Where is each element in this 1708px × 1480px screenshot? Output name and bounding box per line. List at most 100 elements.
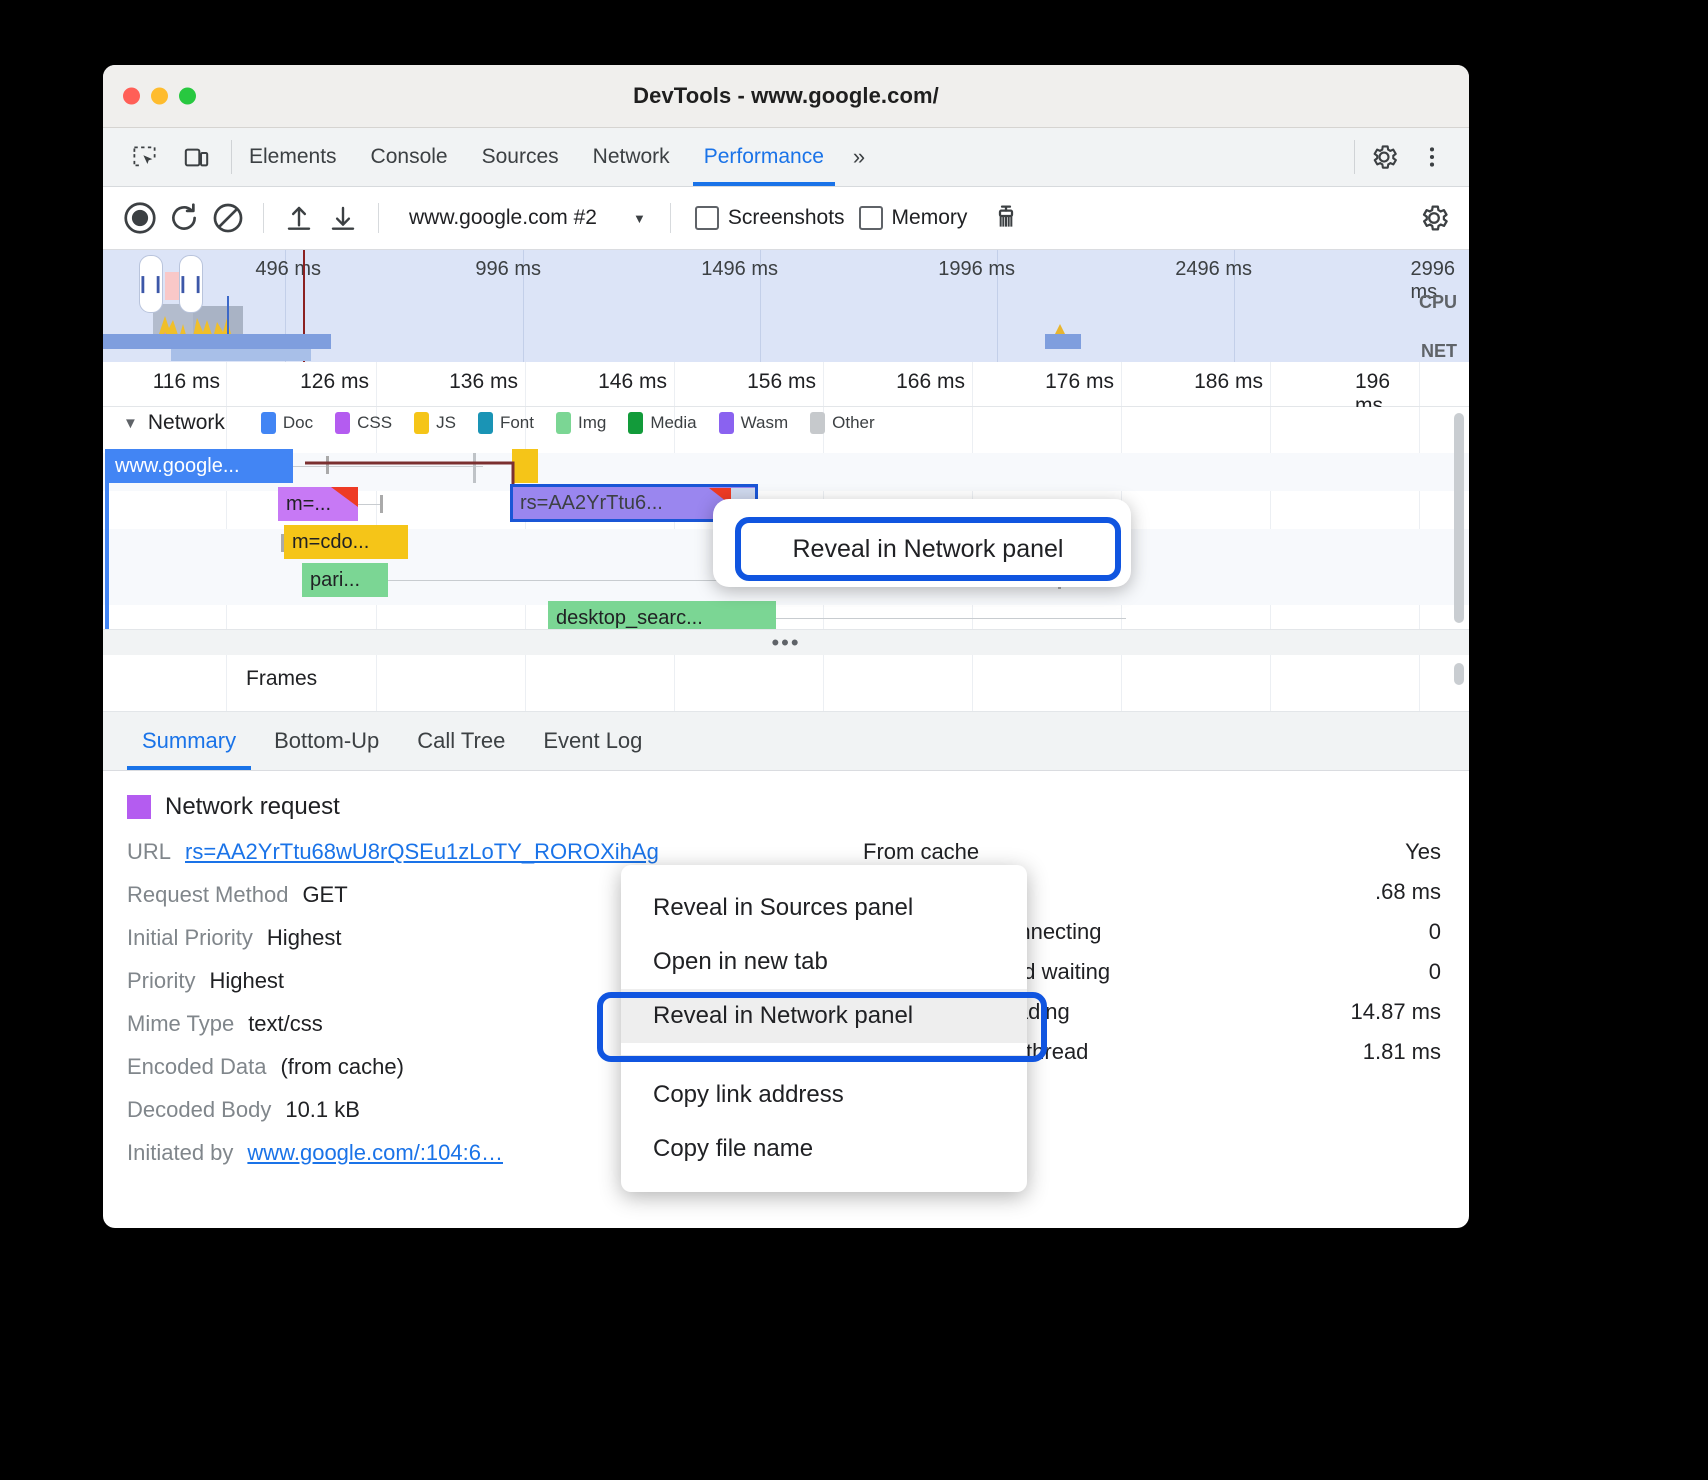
frames-scrollbar[interactable] bbox=[1454, 663, 1464, 685]
tab-performance[interactable]: Performance bbox=[687, 128, 841, 186]
menu-item-label: Reveal in Sources panel bbox=[653, 894, 913, 922]
tab-label: Call Tree bbox=[417, 728, 505, 754]
network-request-bar[interactable]: m=cdo... bbox=[284, 525, 408, 559]
url-link[interactable]: rs=AA2YrTtu68wU8rQSEu1zLoTY_ROROXihAg bbox=[185, 839, 659, 865]
close-window-button[interactable] bbox=[123, 88, 140, 105]
overview-tick-label: 1996 ms bbox=[938, 258, 1015, 281]
more-tabs-chevron-icon[interactable]: » bbox=[841, 128, 877, 186]
network-track-header[interactable]: ▼ Network Doc CSS JS Font Img Media Wasm… bbox=[103, 411, 875, 435]
detail-value: Highest bbox=[267, 925, 342, 951]
overview-selection-marker bbox=[165, 272, 179, 300]
detail-value: Yes bbox=[1405, 839, 1441, 865]
chevron-down-icon: ▼ bbox=[633, 211, 646, 226]
tab-label: Summary bbox=[142, 728, 236, 754]
recording-selector-value: www.google.com #2 bbox=[409, 206, 597, 230]
network-request-bar[interactable]: www.google... bbox=[107, 449, 293, 483]
more-vertical-icon[interactable] bbox=[1413, 138, 1451, 176]
frames-track[interactable]: Frames bbox=[103, 655, 1469, 712]
legend-item-other: Other bbox=[810, 412, 875, 434]
clear-icon[interactable] bbox=[209, 199, 247, 237]
frames-track-title: Frames bbox=[246, 667, 317, 691]
ruler-tick-label: 156 ms bbox=[747, 370, 816, 394]
menu-item-reveal-in-network-panel[interactable]: Reveal in Network panel bbox=[621, 989, 1027, 1043]
memory-checkbox[interactable]: Memory bbox=[859, 206, 968, 230]
detail-value: 10.1 kB bbox=[285, 1097, 360, 1123]
overview-net-bar bbox=[1045, 334, 1081, 349]
overview-tick-label: 2496 ms bbox=[1175, 258, 1252, 281]
legend-item-css: CSS bbox=[335, 412, 392, 434]
ruler-tick-label: 176 ms bbox=[1045, 370, 1114, 394]
tab-sources[interactable]: Sources bbox=[465, 128, 576, 186]
overview-net-label: NET bbox=[1421, 341, 1457, 362]
reload-and-record-icon[interactable] bbox=[165, 199, 203, 237]
overview-tick-label: 496 ms bbox=[255, 258, 321, 281]
window-titlebar: DevTools - www.google.com/ bbox=[103, 65, 1469, 128]
tab-network[interactable]: Network bbox=[576, 128, 687, 186]
detail-row-url: URL rs=AA2YrTtu68wU8rQSEu1zLoTY_ROROXihA… bbox=[127, 839, 863, 865]
tab-label: Elements bbox=[249, 145, 337, 169]
device-toolbar-icon[interactable] bbox=[177, 138, 215, 176]
initiator-link[interactable]: www.google.com/:104:6… bbox=[247, 1140, 503, 1166]
network-request-label: m=cdo... bbox=[292, 531, 369, 554]
request-tick bbox=[473, 453, 476, 483]
tab-elements[interactable]: Elements bbox=[232, 128, 354, 186]
tab-call-tree[interactable]: Call Tree bbox=[398, 712, 524, 770]
window-title: DevTools - www.google.com/ bbox=[103, 83, 1469, 109]
maximize-window-button[interactable] bbox=[179, 88, 196, 105]
minimize-window-button[interactable] bbox=[151, 88, 168, 105]
menu-item-open-in-new-tab[interactable]: Open in new tab bbox=[621, 935, 1027, 989]
menu-item-copy-file-name[interactable]: Copy file name bbox=[621, 1122, 1027, 1176]
legend-item-wasm: Wasm bbox=[719, 412, 789, 434]
timeline-overview[interactable]: 496 ms 996 ms 1496 ms 1996 ms 2496 ms 29… bbox=[103, 250, 1469, 362]
network-request-bar[interactable]: desktop_searc... bbox=[548, 601, 776, 629]
tab-event-log[interactable]: Event Log bbox=[524, 712, 661, 770]
recording-selector[interactable]: www.google.com #2 ▼ bbox=[395, 206, 654, 230]
menu-item-label: Reveal in Network panel bbox=[653, 1002, 913, 1030]
screenshots-checkbox[interactable]: Screenshots bbox=[695, 206, 845, 230]
network-request-bar[interactable]: pari... bbox=[302, 563, 388, 597]
detail-key: URL bbox=[127, 839, 171, 865]
upload-profile-icon[interactable] bbox=[280, 199, 318, 237]
ruler-tick-label: 146 ms bbox=[598, 370, 667, 394]
record-icon[interactable] bbox=[121, 199, 159, 237]
detail-value: 0 bbox=[1429, 959, 1441, 985]
collect-garbage-icon[interactable] bbox=[987, 199, 1025, 237]
detail-key: Encoded Data bbox=[127, 1054, 266, 1080]
download-profile-icon[interactable] bbox=[324, 199, 362, 237]
legend-label: Wasm bbox=[741, 413, 789, 433]
network-request-bar-js[interactable] bbox=[512, 449, 538, 483]
menu-item-reveal-in-sources-panel[interactable]: Reveal in Sources panel bbox=[621, 881, 1027, 935]
tab-summary[interactable]: Summary bbox=[123, 712, 255, 770]
tab-label: Performance bbox=[704, 145, 824, 169]
detail-key: From cache bbox=[863, 839, 979, 865]
menu-item-copy-link-address[interactable]: Copy link address bbox=[621, 1068, 1027, 1122]
panel-tabs: Elements Console Sources Network Perform… bbox=[232, 128, 841, 186]
legend-label: JS bbox=[436, 413, 456, 433]
legend-label: Font bbox=[500, 413, 534, 433]
menu-item-label: Copy link address bbox=[653, 1081, 844, 1109]
toolbar-divider-3 bbox=[670, 203, 671, 233]
settings-gear-icon[interactable] bbox=[1365, 138, 1403, 176]
tab-console[interactable]: Console bbox=[354, 128, 465, 186]
overview-left-handle[interactable]: ❙❙ bbox=[139, 255, 163, 313]
ruler-tick-label: 186 ms bbox=[1194, 370, 1263, 394]
context-menu[interactable]: Reveal in Sources panel Open in new tab … bbox=[621, 865, 1027, 1192]
inspect-element-icon[interactable] bbox=[125, 138, 163, 176]
overview-right-handle[interactable]: ❙❙ bbox=[179, 255, 203, 313]
network-legend: Doc CSS JS Font Img Media Wasm Other bbox=[261, 412, 875, 434]
checkbox-box bbox=[859, 206, 883, 230]
chevron-down-icon[interactable]: ▼ bbox=[123, 415, 138, 432]
detail-key: Priority bbox=[127, 968, 195, 994]
flame-chart-scrollbar[interactable] bbox=[1454, 413, 1464, 623]
overview-net-marker bbox=[1055, 324, 1065, 334]
detail-value: (from cache) bbox=[280, 1054, 403, 1080]
tooltip-highlight-pill[interactable]: Reveal in Network panel bbox=[735, 517, 1121, 581]
tab-bottom-up[interactable]: Bottom-Up bbox=[255, 712, 398, 770]
expand-track-button[interactable]: ••• bbox=[103, 629, 1469, 657]
detail-value: text/css bbox=[248, 1011, 323, 1037]
checkbox-box bbox=[695, 206, 719, 230]
ruler-tick-label: 126 ms bbox=[300, 370, 369, 394]
request-tick bbox=[380, 495, 383, 513]
capture-settings-icon[interactable] bbox=[1415, 199, 1453, 237]
detail-key: Mime Type bbox=[127, 1011, 234, 1037]
